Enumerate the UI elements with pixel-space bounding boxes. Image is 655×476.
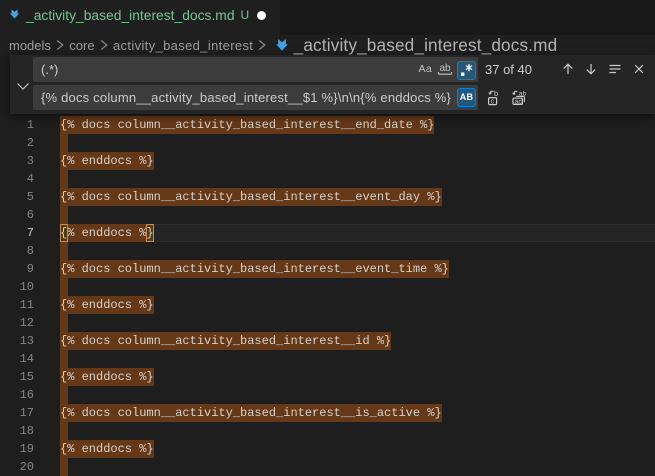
svg-text:ab: ab: [439, 63, 451, 74]
svg-text:ac: ac: [514, 98, 522, 105]
svg-text:c: c: [491, 98, 495, 105]
svg-text:b: b: [494, 89, 498, 98]
